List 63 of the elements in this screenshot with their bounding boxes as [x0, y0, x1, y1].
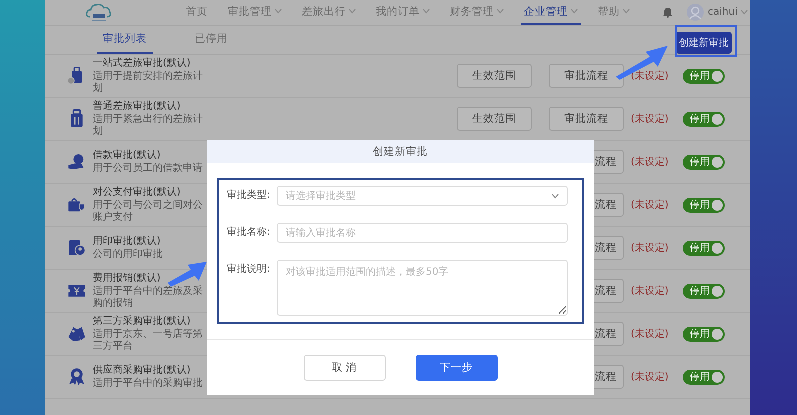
dialog-title: 创建新审批 — [207, 140, 594, 163]
nav-item[interactable]: 我的订单 — [373, 0, 433, 25]
tab[interactable]: 已停用 — [189, 26, 234, 54]
award-icon — [67, 367, 87, 387]
workflow-button[interactable]: 审批流程 — [549, 64, 624, 88]
status-text: (未设定) — [631, 198, 670, 212]
status-text: (未设定) — [631, 328, 670, 341]
toggle-switch[interactable]: 停用 — [683, 240, 725, 256]
field-label: 审批类型: — [227, 188, 272, 203]
approval-description: 适用于京东、一号店等第三方平台 — [93, 328, 204, 352]
approval-description: 用于公司与公司之间对公账户支付 — [93, 200, 204, 224]
approval-description: 适用于提前安排的差旅计划 — [93, 70, 204, 94]
scope-button[interactable]: 生效范围 — [457, 107, 532, 131]
workflow-button[interactable]: 审批流程 — [549, 107, 624, 131]
create-approval-button[interactable]: 创建新审批 — [676, 32, 732, 54]
pointer-arrow — [168, 262, 207, 287]
chevron-down-icon — [552, 194, 559, 198]
approval-description: 适用于平台中的差旅及采购的报销 — [93, 286, 204, 310]
id-card-icon — [67, 238, 87, 258]
approval-title: 第三方采购审批(默认) — [93, 316, 192, 328]
bell-icon[interactable] — [663, 7, 673, 18]
approval-title: 用印审批(默认) — [93, 236, 162, 248]
approval-description: 适用于紧急出行的差旅计划 — [93, 114, 204, 138]
status-text: (未设定) — [631, 242, 670, 255]
toggle-switch[interactable]: 停用 — [683, 284, 725, 298]
status-text: (未设定) — [631, 112, 670, 126]
input-field[interactable]: 请输入审批名称 — [277, 223, 568, 243]
pointer-arrow — [616, 46, 668, 80]
nav-item[interactable]: 企业管理 — [521, 0, 581, 25]
approval-title: 对公支付审批(默认) — [93, 186, 182, 198]
toggle-switch[interactable]: 停用 — [683, 112, 725, 126]
nav-item[interactable]: 帮助 — [595, 0, 633, 25]
approval-description: 用于公司员工的借款申请 — [93, 162, 204, 174]
toggle-switch[interactable]: 停用 — [683, 326, 725, 342]
approval-title: 借款审批(默认) — [93, 150, 162, 162]
approval-title: 普通差旅审批(默认) — [93, 100, 182, 112]
toggle-switch[interactable]: 停用 — [683, 370, 725, 384]
approval-title: 费用报销(默认) — [93, 272, 162, 284]
toggle-switch[interactable]: 停用 — [683, 154, 725, 170]
nav-item[interactable]: 差旅出行 — [299, 0, 359, 25]
status-text: (未设定) — [631, 156, 670, 169]
status-text: (未设定) — [631, 284, 670, 298]
nav-item[interactable]: 首页 — [183, 0, 211, 25]
status-text: (未设定) — [631, 370, 670, 384]
cancel-button[interactable]: 取 消 — [304, 354, 386, 380]
tab[interactable]: 审批列表 — [97, 26, 153, 54]
nav-item[interactable]: 财务管理 — [447, 0, 507, 25]
approval-description: 适用于平台中的采购审批 — [93, 378, 204, 390]
highlight-frame — [675, 25, 737, 57]
cloud-logo-icon[interactable] — [85, 2, 113, 24]
approval-description: 公司的用印审批 — [93, 248, 164, 260]
user-name[interactable]: caihui — [708, 7, 738, 18]
field-label: 审批名称: — [227, 226, 272, 240]
nav-item[interactable]: 审批管理 — [225, 0, 285, 25]
approval-title: 供应商采购审批(默认) — [93, 364, 192, 376]
textarea-field[interactable]: 对该审批适用范围的描述，最多50字 — [277, 260, 568, 316]
chevron-down-icon — [740, 10, 748, 15]
toggle-switch[interactable]: 停用 — [683, 68, 725, 84]
scope-button[interactable]: 生效范围 — [457, 64, 532, 88]
approval-title: 一站式差旅审批(默认) — [93, 58, 192, 70]
next-button[interactable]: 下一步 — [416, 354, 498, 380]
field-label: 审批说明: — [227, 262, 272, 277]
toggle-switch[interactable]: 停用 — [683, 198, 725, 212]
